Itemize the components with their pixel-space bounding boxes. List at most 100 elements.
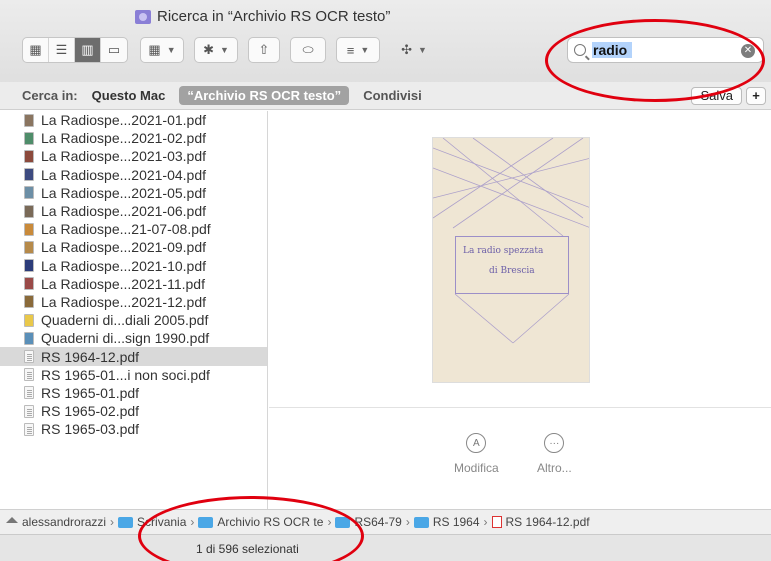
markup-button[interactable]: A Modifica bbox=[454, 433, 499, 475]
pdf-thumbnail-icon bbox=[24, 240, 34, 254]
list-item[interactable]: RS 1965-01...i non soci.pdf bbox=[0, 366, 267, 384]
path-item-home[interactable]: alessandrorazzi bbox=[22, 515, 106, 529]
pdf-thumbnail-icon bbox=[24, 259, 34, 273]
pdf-thumbnail-icon bbox=[24, 295, 34, 309]
pdf-thumbnail-icon bbox=[24, 313, 34, 327]
path-separator: › bbox=[483, 515, 488, 529]
folder-icon bbox=[335, 516, 351, 528]
path-bar: alessandrorazzi › Scrivania › Archivio R… bbox=[0, 509, 771, 534]
share-icon: ⇧ bbox=[258, 42, 270, 57]
list-item[interactable]: La Radiospe...2021-12.pdf bbox=[0, 293, 267, 311]
view-mode-control: ▦ ☰ ▥ ▭ bbox=[22, 37, 128, 63]
path-item-rs64-79[interactable]: RS64-79 bbox=[354, 515, 401, 529]
more-label: Altro... bbox=[537, 461, 572, 475]
list-item[interactable]: La Radiospe...2021-11.pdf bbox=[0, 275, 267, 293]
column-view-icon[interactable]: ▥ bbox=[75, 38, 101, 62]
pdf-thumbnail-icon bbox=[24, 277, 34, 291]
document-preview-image[interactable]: La radio spezzata di Brescia bbox=[432, 137, 590, 383]
list-item[interactable]: Quaderni di...diali 2005.pdf bbox=[0, 311, 267, 329]
search-field[interactable]: ✕ bbox=[567, 37, 764, 63]
folder-icon bbox=[413, 516, 429, 528]
sort-icon: ≡ bbox=[346, 42, 355, 58]
chevron-down-icon: ▼ bbox=[417, 45, 427, 55]
list-item[interactable]: RS 1965-01.pdf bbox=[0, 384, 267, 402]
list-item[interactable]: La Radiospe...2021-02.pdf bbox=[0, 129, 267, 147]
pdf-thumbnail-icon bbox=[24, 222, 34, 236]
icon-view-icon[interactable]: ▦ bbox=[23, 38, 49, 62]
list-item[interactable]: La Radiospe...2021-09.pdf bbox=[0, 238, 267, 256]
path-separator: › bbox=[405, 515, 410, 529]
preview-pane: La radio spezzata di Brescia A Modifica … bbox=[269, 111, 771, 509]
path-separator: › bbox=[327, 515, 332, 529]
path-item-archive[interactable]: Archivio RS OCR te bbox=[217, 515, 323, 529]
gallery-view-icon[interactable]: ▭ bbox=[101, 38, 127, 62]
more-icon: ··· bbox=[544, 433, 565, 453]
pdf-thumbnail-icon bbox=[24, 168, 34, 182]
window-title-text: Ricerca in “Archivio RS OCR testo” bbox=[157, 8, 391, 25]
scope-this-mac[interactable]: Questo Mac bbox=[92, 88, 166, 103]
scope-label: Cerca in: bbox=[22, 88, 78, 103]
path-separator: › bbox=[110, 515, 115, 529]
list-item[interactable]: Quaderni di...sign 1990.pdf bbox=[0, 329, 267, 347]
status-bar: 1 di 596 selezionati bbox=[0, 534, 771, 561]
dropbox-button[interactable]: ✣ ▼ bbox=[394, 37, 434, 63]
scope-shared[interactable]: Condivisi bbox=[363, 88, 422, 103]
document-text-line: La radio spezzata bbox=[463, 246, 544, 256]
document-icon bbox=[24, 368, 34, 382]
folder-icon bbox=[198, 516, 214, 528]
action-button[interactable]: ✱ ▼ bbox=[194, 37, 238, 63]
path-separator: › bbox=[190, 515, 195, 529]
window-title: Ricerca in “Archivio RS OCR testo” bbox=[135, 8, 390, 25]
add-criteria-button[interactable]: + bbox=[746, 87, 766, 105]
pdf-thumbnail-icon bbox=[24, 204, 34, 218]
document-text-line: di Brescia bbox=[489, 266, 535, 276]
document-icon bbox=[24, 386, 34, 400]
selection-status: 1 di 596 selezionati bbox=[196, 542, 299, 556]
list-item[interactable]: La Radiospe...21-07-08.pdf bbox=[0, 220, 267, 238]
list-item[interactable]: La Radiospe...2021-06.pdf bbox=[0, 202, 267, 220]
list-item[interactable]: La Radiospe...2021-05.pdf bbox=[0, 184, 267, 202]
tag-icon: ⬭ bbox=[302, 42, 314, 57]
pdf-thumbnail-icon bbox=[24, 113, 34, 127]
share-button[interactable]: ⇧ bbox=[248, 37, 280, 63]
save-search-button[interactable]: Salva bbox=[691, 87, 742, 105]
chevron-down-icon: ▼ bbox=[166, 45, 176, 55]
pdf-thumbnail-icon bbox=[24, 149, 34, 163]
list-view-icon[interactable]: ☰ bbox=[49, 38, 75, 62]
gear-icon: ✱ bbox=[203, 42, 214, 57]
list-item[interactable]: La Radiospe...2021-10.pdf bbox=[0, 257, 267, 275]
more-button[interactable]: ··· Altro... bbox=[537, 433, 572, 475]
pdf-thumbnail-icon bbox=[24, 186, 34, 200]
pdf-thumbnail-icon bbox=[24, 331, 34, 345]
group-button[interactable]: ▦ ▼ bbox=[140, 37, 184, 63]
list-item[interactable]: RS 1965-03.pdf bbox=[0, 420, 267, 438]
path-item-rs1964[interactable]: RS 1964 bbox=[433, 515, 480, 529]
scope-current-folder[interactable]: “Archivio RS OCR testo” bbox=[179, 86, 350, 105]
list-item[interactable]: RS 1965-02.pdf bbox=[0, 402, 267, 420]
pdf-icon bbox=[491, 516, 502, 528]
document-icon bbox=[24, 404, 34, 418]
chevron-down-icon: ▼ bbox=[219, 45, 229, 55]
tag-button[interactable]: ⬭ bbox=[290, 37, 326, 63]
preview-divider bbox=[269, 407, 771, 408]
list-item[interactable]: La Radiospe...2021-01.pdf bbox=[0, 111, 267, 129]
list-item[interactable]: La Radiospe...2021-03.pdf bbox=[0, 147, 267, 165]
markup-label: Modifica bbox=[454, 461, 499, 475]
document-icon bbox=[24, 422, 34, 436]
search-scope-bar: Cerca in: Questo Mac “Archivio RS OCR te… bbox=[0, 82, 771, 110]
clear-search-icon[interactable]: ✕ bbox=[741, 44, 755, 58]
folder-icon bbox=[118, 516, 134, 528]
document-title-box bbox=[455, 236, 569, 294]
document-icon bbox=[24, 350, 34, 364]
toolbar: ▦ ☰ ▥ ▭ ▦ ▼ ✱ ▼ ⇧ ⬭ ≡ ▼ ✣ ▼ bbox=[22, 36, 434, 64]
home-icon bbox=[6, 517, 18, 523]
chevron-down-icon: ▼ bbox=[360, 45, 370, 55]
list-item-selected[interactable]: RS 1964-12.pdf bbox=[0, 347, 267, 366]
search-input[interactable] bbox=[592, 42, 632, 58]
path-item-desktop[interactable]: Scrivania bbox=[137, 515, 186, 529]
path-item-file[interactable]: RS 1964-12.pdf bbox=[506, 515, 590, 529]
list-item[interactable]: La Radiospe...2021-04.pdf bbox=[0, 166, 267, 184]
search-results-list: La Radiospe...2021-01.pdf La Radiospe...… bbox=[0, 111, 268, 509]
sort-button[interactable]: ≡ ▼ bbox=[336, 37, 380, 63]
group-icon: ▦ bbox=[148, 42, 161, 57]
